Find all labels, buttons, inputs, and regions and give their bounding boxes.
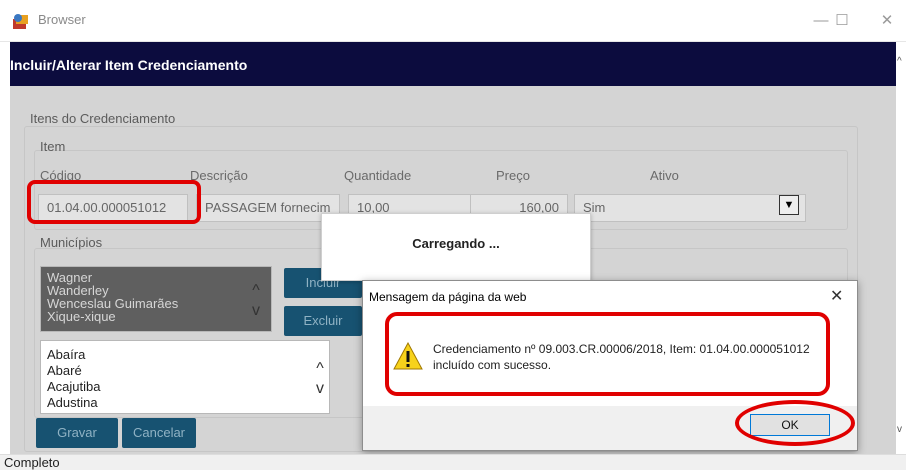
chevron-down-icon[interactable]: ▼	[779, 195, 799, 215]
cancelar-button[interactable]: Cancelar	[122, 418, 196, 448]
ativo-label: Ativo	[650, 168, 679, 183]
list-item[interactable]: Abaré	[47, 363, 323, 379]
scroll-down-icon[interactable]: v	[897, 424, 902, 435]
close-window-button[interactable]: ✕	[872, 8, 902, 34]
status-text: Completo	[4, 455, 60, 470]
descricao-field[interactable]: PASSAGEM fornecim	[196, 194, 340, 222]
chevron-down-icon[interactable]: v	[246, 302, 266, 320]
annotation-codigo-highlight	[27, 180, 201, 224]
maximize-button[interactable]: ☐	[827, 8, 857, 34]
ativo-select[interactable]: Sim	[574, 194, 806, 222]
scroll-up-icon[interactable]: ^	[897, 56, 902, 67]
status-bar	[0, 454, 906, 470]
selected-municipios-list[interactable]: Wagner Wanderley Wenceslau Guimarães Xiq…	[40, 266, 272, 332]
list-item[interactable]: Xique-xique	[47, 310, 265, 323]
item-legend: Item	[40, 139, 66, 154]
preco-label: Preço	[496, 168, 530, 183]
excluir-button[interactable]: Excluir	[284, 306, 362, 336]
gravar-button[interactable]: Gravar	[36, 418, 118, 448]
close-icon[interactable]: ✕	[830, 286, 843, 306]
chevron-up-icon[interactable]: ^	[246, 282, 266, 300]
annotation-message-highlight	[385, 312, 830, 396]
page-title: Incluir/Alterar Item Credenciamento	[10, 57, 248, 73]
itens-legend: Itens do Credenciamento	[30, 111, 176, 126]
list-item[interactable]: Acajutiba	[47, 379, 323, 395]
chevron-down-icon[interactable]: v	[310, 380, 330, 398]
loading-popup: Carregando ...	[321, 213, 591, 281]
list-item[interactable]: Abaíra	[47, 347, 323, 363]
page-scrollbar[interactable]: ^ v	[896, 42, 906, 454]
municipios-legend: Municípios	[40, 235, 103, 250]
quantidade-label: Quantidade	[344, 168, 412, 183]
dialog-title: Mensagem da página da web	[369, 290, 527, 304]
window-title: Browser	[38, 12, 86, 27]
descricao-label: Descrição	[190, 168, 248, 183]
window-titlebar	[0, 0, 906, 42]
annotation-ok-highlight	[735, 400, 855, 446]
list-item[interactable]: Adustina	[47, 395, 323, 411]
browser-app-icon	[13, 14, 28, 29]
loading-text: Carregando ...	[412, 236, 500, 251]
available-municipios-list[interactable]: Abaíra Abaré Acajutiba Adustina	[40, 340, 330, 414]
chevron-up-icon[interactable]: ^	[310, 360, 330, 378]
